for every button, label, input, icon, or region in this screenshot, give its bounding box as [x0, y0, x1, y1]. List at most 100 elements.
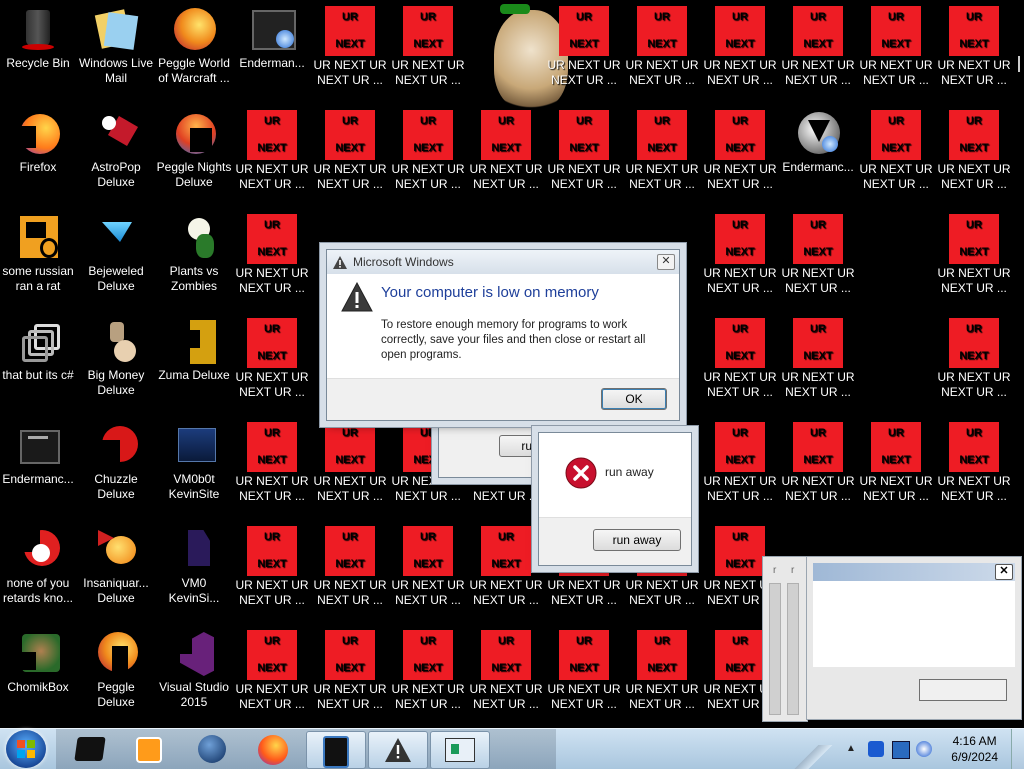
taskbar-network[interactable] — [184, 731, 242, 767]
desktop-icon-ur-next[interactable]: UR NEXT UR NEXT UR NEXT UR ... — [858, 110, 934, 192]
desktop-icon-ur-next[interactable]: UR NEXT UR NEXT UR NEXT UR ... — [780, 422, 856, 504]
desktop-icon-ur-next[interactable]: UR NEXT UR NEXT UR NEXT UR ... — [936, 110, 1012, 192]
desktop-icon-ur-next[interactable]: UR NEXT UR NEXT UR NEXT UR ... — [468, 526, 544, 608]
blank-window[interactable]: ✕ — [806, 556, 1022, 720]
desktop-icon-ur-next[interactable]: UR NEXT UR NEXT UR NEXT UR ... — [312, 422, 388, 504]
desktop-icon-ur-next[interactable]: UR NEXT UR NEXT UR NEXT UR ... — [624, 6, 700, 88]
desktop-icon-ur-next[interactable]: UR NEXT UR NEXT UR NEXT UR ... — [702, 6, 778, 88]
desktop-icon-ur-next[interactable]: UR NEXT UR NEXT UR NEXT UR ... — [702, 318, 778, 400]
taskbar-warning-window[interactable] — [368, 731, 428, 769]
desktop-icon-bejeweled[interactable]: Bejeweled Deluxe — [78, 214, 154, 294]
desktop-icon-ur-next[interactable]: UR NEXT UR NEXT UR NEXT UR ... — [234, 318, 310, 400]
desktop-icon-ur-next[interactable]: UR NEXT UR NEXT UR NEXT UR ... — [312, 110, 388, 192]
desktop-icon-ur-next[interactable]: UR NEXT UR NEXT UR NEXT UR ... — [546, 110, 622, 192]
desktop-icon-peggle-wow[interactable]: Peggle World of Warcraft ... — [156, 6, 232, 86]
desktop-icon-ur-next[interactable]: UR NEXT UR NEXT UR NEXT UR ... — [312, 630, 388, 712]
desktop-icon-none-of-you[interactable]: none of you retards kno... — [0, 526, 76, 606]
ur-icon-top-text: UR — [966, 219, 982, 231]
desktop-icon-label: UR NEXT UR NEXT UR ... — [703, 162, 777, 191]
blank-button[interactable] — [919, 679, 1007, 701]
desktop-icon-ur-next[interactable]: UR NEXT UR NEXT UR NEXT UR ... — [858, 6, 934, 88]
desktop-icon-vm0b0t[interactable]: VM0b0t KevinSite — [156, 422, 232, 502]
ur-icon-bottom-text: NEXT — [569, 662, 599, 674]
ur-icon-top-text: UR — [498, 531, 514, 543]
desktop-icon-ur-next[interactable]: UR NEXT UR NEXT UR NEXT UR ... — [234, 110, 310, 192]
ur-icon-top-text: UR — [732, 427, 748, 439]
desktop-icon-astropop[interactable]: AstroPop Deluxe — [78, 110, 154, 190]
desktop-icon-ur-next[interactable]: UR NEXT UR NEXT UR NEXT UR ... — [468, 110, 544, 192]
desktop-icon-chuzzle[interactable]: Chuzzle Deluxe — [78, 422, 154, 502]
start-button[interactable] — [6, 730, 46, 768]
blank-window-titlebar[interactable] — [813, 563, 1015, 581]
desktop-icon-ur-next[interactable]: UR NEXT UR NEXT UR NEXT UR ... — [468, 630, 544, 712]
desktop-icon-ur-next[interactable]: UR NEXT UR NEXT UR NEXT UR ... — [702, 110, 778, 192]
desktop-icon-peggle-nights[interactable]: Peggle Nights Deluxe — [156, 110, 232, 190]
dialog-titlebar[interactable]: Microsoft Windows ✕ — [327, 250, 679, 274]
desktop-icon-ur-next[interactable]: UR NEXT UR NEXT UR NEXT UR ... — [390, 630, 466, 712]
desktop-icon-enderman[interactable]: Enderman... — [234, 6, 310, 71]
desktop-icon-ur-next[interactable]: UR NEXT UR NEXT UR NEXT UR ... — [312, 526, 388, 608]
desktop-icon-ur-next[interactable]: UR NEXT UR NEXT UR NEXT UR ... — [702, 214, 778, 296]
desktop-icon-ur-next[interactable]: UR NEXT UR NEXT UR NEXT UR ... — [390, 526, 466, 608]
scrollbar[interactable] — [769, 583, 781, 715]
desktop-icon-endermanc[interactable]: Endermanc... — [0, 422, 76, 487]
desktop-icon-peggle-deluxe[interactable]: Peggle Deluxe — [78, 630, 154, 710]
desktop-icon-ur-next[interactable]: UR NEXT UR NEXT UR NEXT UR ... — [234, 630, 310, 712]
desktop-icon-insaniquarium[interactable]: Insaniquar... Deluxe — [78, 526, 154, 606]
scrollbar[interactable] — [787, 583, 799, 715]
taskbar-clock[interactable]: 4:16 AM 6/9/2024 — [951, 733, 998, 765]
desktop-icon-ur-next[interactable]: UR NEXT UR NEXT UR NEXT UR ... — [390, 110, 466, 192]
desktop-icon-windows-live-mail[interactable]: Windows Live Mail — [78, 6, 154, 86]
firefox-icon — [14, 110, 62, 158]
desktop-icon-ur-next[interactable]: UR NEXT UR NEXT UR NEXT UR ... — [936, 422, 1012, 504]
narrow-window-left[interactable]: r r — [762, 556, 808, 722]
desktop-icon-ur-next[interactable]: UR NEXT UR NEXT UR NEXT UR ... — [234, 526, 310, 608]
close-icon[interactable]: ✕ — [657, 254, 675, 270]
desktop-icon-ur-next[interactable]: UR NEXT UR NEXT UR NEXT UR ... — [234, 422, 310, 504]
ok-button[interactable]: OK — [601, 388, 667, 410]
desktop-icon-big-money[interactable]: Big Money Deluxe — [78, 318, 154, 398]
desktop-icon-firefox[interactable]: Firefox — [0, 110, 76, 175]
show-desktop-button[interactable] — [1011, 729, 1024, 769]
desktop-icon-label: UR NEXT UR NEXT UR ... — [469, 578, 543, 607]
desktop-icon-ur-next[interactable]: UR NEXT UR NEXT UR NEXT UR ... — [936, 318, 1012, 400]
desktop-icon-chomikbox[interactable]: ChomikBox — [0, 630, 76, 695]
desktop-icon-endermanc-2[interactable]: Endermanc... — [780, 110, 856, 175]
desktop-icon-that-but-its-c[interactable]: that but its c# — [0, 318, 76, 383]
desktop-icon-recycle-bin[interactable]: Recycle Bin — [0, 6, 76, 71]
desktop-icon-zuma[interactable]: Zuma Deluxe — [156, 318, 232, 383]
desktop-icon-plants-vs-zombies[interactable]: Plants vs Zombies — [156, 214, 232, 294]
desktop-icon-ur-next[interactable]: UR NEXT UR NEXT UR NEXT UR ... — [780, 6, 856, 88]
desktop-icon-ur-next[interactable]: UR NEXT UR NEXT UR NEXT UR ... — [546, 6, 622, 88]
desktop-icon-rat[interactable]: some russian ran a rat — [0, 214, 76, 294]
show-hidden-icons[interactable]: ▲ — [846, 743, 856, 754]
taskbar-media-player[interactable] — [118, 731, 176, 767]
low-memory-dialog[interactable]: Microsoft Windows ✕ Your computer is low… — [326, 249, 680, 421]
taskbar-explorer[interactable] — [60, 731, 118, 767]
desktop-icon-ur-next[interactable]: UR NEXT UR NEXT UR NEXT UR ... — [702, 422, 778, 504]
desktop-icon-ur-next[interactable]: UR NEXT UR NEXT UR NEXT UR ... — [624, 110, 700, 192]
desktop-icon-ur-next[interactable]: UR NEXT UR NEXT UR NEXT UR ... — [390, 6, 466, 88]
desktop-icon-ur-next[interactable]: UR NEXT UR NEXT UR NEXT UR ... — [234, 214, 310, 296]
close-icon[interactable]: ✕ — [995, 564, 1013, 580]
desktop-icon-ur-next[interactable]: UR NEXT UR NEXT UR NEXT UR ... — [624, 630, 700, 712]
desktop-icon-ur-next[interactable]: UR NEXT UR NEXT UR NEXT UR ... — [858, 422, 934, 504]
desktop-icon-ur-next[interactable]: UR NEXT UR NEXT UR NEXT UR ... — [780, 318, 856, 400]
ur-icon-top-text: UR — [498, 635, 514, 647]
run-away-dialog[interactable]: run away run away — [538, 432, 692, 566]
desktop-icon-ur-next[interactable]: UR NEXT UR NEXT UR NEXT UR ... — [780, 214, 856, 296]
desktop-icon-ur-next[interactable]: UR NEXT UR NEXT UR NEXT UR ... — [936, 214, 1012, 296]
desktop-icon-visual-studio[interactable]: Visual Studio 2015 — [156, 630, 232, 710]
bluetooth-icon[interactable] — [868, 741, 884, 757]
ur-icon-bottom-text: NEXT — [959, 142, 989, 154]
display-icon[interactable] — [892, 741, 910, 759]
run-away-button[interactable]: run away — [593, 529, 681, 551]
taskbar-firefox[interactable] — [244, 731, 302, 767]
desktop-icon-ur-next[interactable]: UR NEXT UR NEXT UR NEXT UR ... — [312, 6, 388, 88]
desktop-icon-ur-next[interactable]: UR NEXT UR NEXT UR NEXT UR ... — [936, 6, 1012, 88]
desktop-icon-vm0-kevinsite[interactable]: VM0 KevinSi... — [156, 526, 232, 606]
desktop-icon-ur-next[interactable]: UR NEXT UR NEXT UR NEXT UR ... — [546, 630, 622, 712]
network-icon[interactable] — [916, 741, 932, 757]
taskbar-program-window[interactable] — [430, 731, 490, 769]
taskbar-phone-window[interactable] — [306, 731, 366, 769]
